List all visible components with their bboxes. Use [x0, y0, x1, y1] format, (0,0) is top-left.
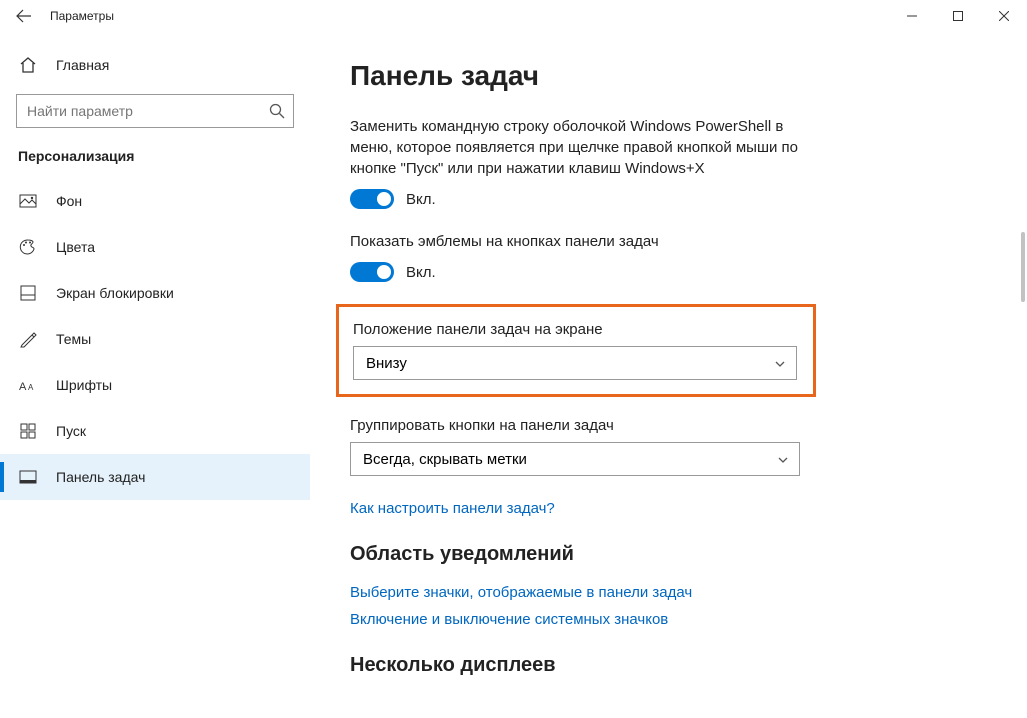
sidebar-item-label: Цвета	[56, 239, 95, 255]
sidebar-section: Персонализация	[0, 138, 310, 178]
main: Главная Персонализация Фон Цвета Экран б…	[0, 32, 1027, 718]
sidebar-home-label: Главная	[56, 57, 109, 73]
sidebar-item-colors[interactable]: Цвета	[0, 224, 310, 270]
sidebar-item-label: Экран блокировки	[56, 285, 174, 301]
lockscreen-icon	[18, 283, 38, 303]
sidebar-item-themes[interactable]: Темы	[0, 316, 310, 362]
grouping-select[interactable]: Всегда, скрывать метки	[350, 442, 800, 476]
chevron-down-icon	[774, 357, 786, 369]
help-link[interactable]: Как настроить панели задач?	[350, 500, 987, 517]
maximize-button[interactable]	[935, 0, 981, 32]
sidebar-item-label: Шрифты	[56, 377, 112, 393]
close-button[interactable]	[981, 0, 1027, 32]
section-notification-area: Область уведомлений	[350, 543, 987, 566]
start-icon	[18, 421, 38, 441]
palette-icon	[18, 237, 38, 257]
position-value: Внизу	[366, 355, 407, 372]
sidebar-item-background[interactable]: Фон	[0, 178, 310, 224]
sidebar-item-start[interactable]: Пуск	[0, 408, 310, 454]
close-icon	[999, 11, 1009, 21]
svg-text:A: A	[28, 383, 34, 392]
sidebar-home[interactable]: Главная	[0, 42, 310, 88]
sidebar: Главная Персонализация Фон Цвета Экран б…	[0, 32, 310, 718]
titlebar: Параметры	[0, 0, 1027, 32]
themes-icon	[18, 329, 38, 349]
sidebar-item-label: Фон	[56, 193, 82, 209]
toggle-label: Вкл.	[406, 191, 436, 208]
home-icon	[18, 55, 38, 75]
maximize-icon	[953, 11, 963, 21]
sidebar-item-label: Темы	[56, 331, 91, 347]
minimize-icon	[907, 11, 917, 21]
sidebar-item-label: Панель задач	[56, 469, 145, 485]
minimize-button[interactable]	[889, 0, 935, 32]
toggle-row-badges: Вкл.	[350, 262, 987, 282]
arrow-left-icon	[16, 8, 32, 24]
window-title: Параметры	[50, 9, 114, 23]
content: Панель задач Заменить командную строку о…	[310, 32, 1027, 718]
back-button[interactable]	[8, 0, 40, 32]
scrollbar[interactable]	[1021, 232, 1025, 302]
setting-badges-text: Показать эмблемы на кнопках панели задач	[350, 231, 810, 252]
highlight-box: Положение панели задач на экране Внизу	[336, 304, 816, 397]
grouping-label: Группировать кнопки на панели задач	[350, 417, 987, 434]
position-select[interactable]: Внизу	[353, 346, 797, 380]
setting-powershell-text: Заменить командную строку оболочкой Wind…	[350, 116, 810, 179]
image-icon	[18, 191, 38, 211]
grouping-value: Всегда, скрывать метки	[363, 451, 527, 468]
page-title: Панель задач	[350, 60, 987, 92]
toggle-badges[interactable]	[350, 262, 394, 282]
search-icon	[269, 103, 285, 119]
taskbar-icon	[18, 467, 38, 487]
search-input[interactable]	[27, 103, 269, 119]
svg-text:A: A	[19, 381, 27, 392]
toggle-row-powershell: Вкл.	[350, 189, 987, 209]
toggle-powershell[interactable]	[350, 189, 394, 209]
link-system-icons[interactable]: Включение и выключение системных значков	[350, 611, 987, 628]
toggle-label: Вкл.	[406, 264, 436, 281]
search-box[interactable]	[16, 94, 294, 128]
link-select-icons[interactable]: Выберите значки, отображаемые в панели з…	[350, 584, 987, 601]
sidebar-item-label: Пуск	[56, 423, 86, 439]
sidebar-item-taskbar[interactable]: Панель задач	[0, 454, 310, 500]
fonts-icon: AA	[18, 375, 38, 395]
chevron-down-icon	[777, 453, 789, 465]
position-label: Положение панели задач на экране	[353, 321, 799, 338]
section-multiple-displays: Несколько дисплеев	[350, 654, 987, 677]
sidebar-item-fonts[interactable]: AA Шрифты	[0, 362, 310, 408]
sidebar-item-lockscreen[interactable]: Экран блокировки	[0, 270, 310, 316]
